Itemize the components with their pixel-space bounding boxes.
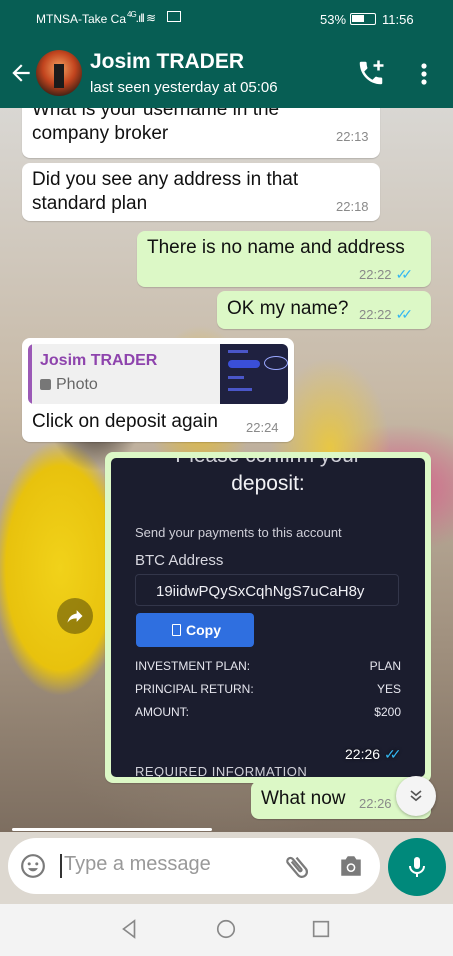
nav-home-icon[interactable] xyxy=(215,918,237,940)
avatar[interactable] xyxy=(36,50,82,96)
emoji-icon[interactable] xyxy=(20,853,46,879)
media-progress xyxy=(12,828,212,831)
screenshot-title-top: Please confirm your xyxy=(111,458,425,468)
battery-percent: 53% xyxy=(320,12,347,27)
quoted-thumbnail xyxy=(220,344,288,404)
more-vert-icon[interactable] xyxy=(414,60,434,88)
quoted-sender: Josim TRADER xyxy=(40,352,158,369)
battery-icon xyxy=(350,13,376,25)
mic-button[interactable] xyxy=(388,838,446,896)
copy-icon xyxy=(172,624,181,636)
message-outgoing[interactable]: There is no name and address 22:22 ✓✓ xyxy=(137,231,431,287)
clock: 11:56 xyxy=(382,12,414,27)
message-time: 22:24 xyxy=(246,420,279,435)
message-text: Click on deposit again xyxy=(32,411,218,432)
quoted-message[interactable]: Josim TRADER Photo xyxy=(28,344,288,404)
screenshot-address-box: 19iidwPQySxCqhNgS7uCaH8y xyxy=(135,574,399,606)
screenshot-title: deposit: xyxy=(231,472,305,495)
message-text: What now xyxy=(261,788,346,809)
message-text: Did you see any address in that standard … xyxy=(32,169,299,214)
message-incoming[interactable]: What is your username in the company brok… xyxy=(22,108,380,158)
quoted-type: Photo xyxy=(40,376,98,394)
read-ticks-icon: ✓✓ xyxy=(395,266,414,282)
chat-area[interactable]: What is your username in the company brok… xyxy=(0,108,453,832)
message-outgoing-image[interactable]: Please confirm your deposit: Send your p… xyxy=(105,452,431,783)
text-caret xyxy=(60,854,62,878)
message-text: What is your username in the company brok… xyxy=(32,108,280,144)
photo-icon xyxy=(40,379,51,390)
message-text: There is no name and address xyxy=(147,237,405,258)
message-time: 22:22 ✓✓ xyxy=(359,266,414,282)
message-incoming[interactable]: Did you see any address in that standard … xyxy=(22,163,380,221)
message-time: 22:18 xyxy=(336,199,369,214)
attach-icon[interactable] xyxy=(282,852,312,882)
mail-icon xyxy=(167,11,181,22)
message-time: 22:26 xyxy=(359,796,392,811)
screenshot-instruction: Send your payments to this account xyxy=(135,525,342,540)
mic-icon xyxy=(409,857,425,877)
last-seen-status: last seen yesterday at 05:06 xyxy=(90,79,278,96)
contact-name[interactable]: Josim TRADER xyxy=(90,50,244,74)
share-icon xyxy=(67,610,83,623)
input-bar: Type a message xyxy=(0,832,453,904)
back-arrow-icon[interactable] xyxy=(8,60,34,86)
add-call-icon[interactable] xyxy=(356,58,386,88)
input-placeholder: Type a message xyxy=(64,853,211,875)
message-time: 22:26 ✓✓ xyxy=(345,746,402,762)
btc-address: 19iidwPQySxCqhNgS7uCaH8y xyxy=(156,583,365,600)
status-bar: MTNSA-Take Ca 4G.ıll ≋ 53% 11:56 xyxy=(0,0,453,38)
screenshot-copy-button: Copy xyxy=(136,613,254,647)
system-nav-bar xyxy=(0,904,453,956)
carrier-name: MTNSA-Take Ca xyxy=(36,12,127,26)
deposit-screenshot[interactable]: Please confirm your deposit: Send your p… xyxy=(111,458,425,777)
chat-header: Josim TRADER last seen yesterday at 05:0… xyxy=(0,38,453,108)
message-incoming-reply[interactable]: Josim TRADER Photo Click on deposit agai… xyxy=(22,338,294,442)
nav-back-icon[interactable] xyxy=(118,918,140,940)
scroll-down-button[interactable] xyxy=(396,776,436,816)
nav-recents-icon[interactable] xyxy=(310,918,332,940)
message-input[interactable]: Type a message xyxy=(8,838,380,894)
read-ticks-icon: ✓✓ xyxy=(395,306,414,322)
message-text: OK my name? xyxy=(227,298,349,319)
screenshot-btc-label: BTC Address xyxy=(135,552,224,569)
read-ticks-icon: ✓✓ xyxy=(384,746,402,762)
message-outgoing[interactable]: OK my name? 22:22 ✓✓ xyxy=(217,291,431,329)
screenshot-footer: REQUIRED INFORMATION xyxy=(135,764,308,777)
signal-icon: 4G.ıll ≋ xyxy=(127,10,156,25)
message-time: 22:13 xyxy=(336,129,369,144)
message-time: 22:22 ✓✓ xyxy=(359,306,414,322)
scroll-down-icon xyxy=(410,790,422,802)
share-button[interactable] xyxy=(57,598,93,634)
camera-icon[interactable] xyxy=(338,854,364,878)
